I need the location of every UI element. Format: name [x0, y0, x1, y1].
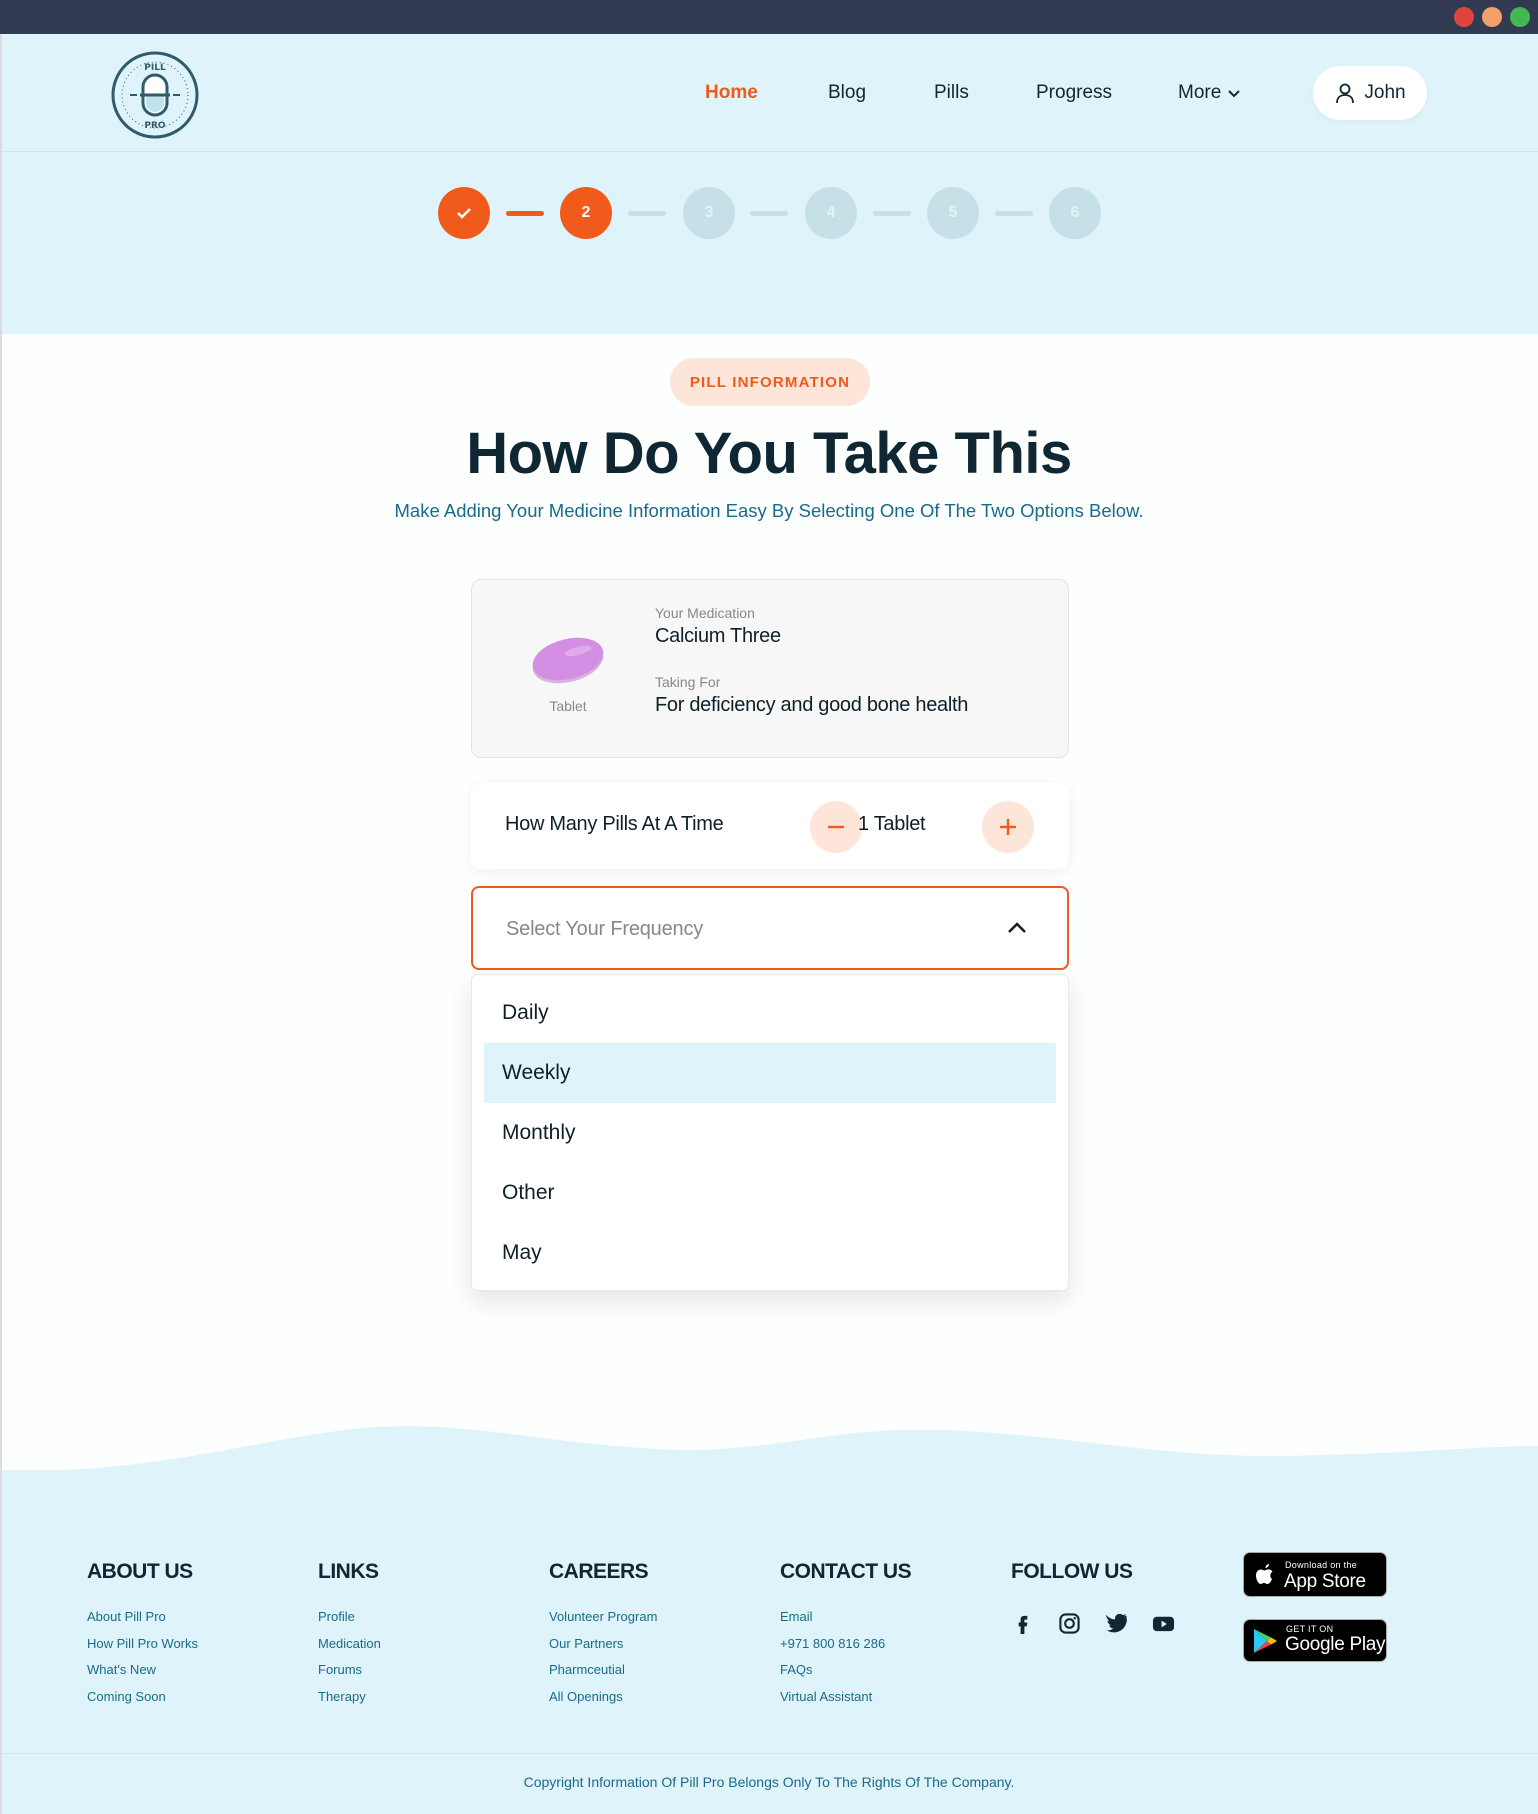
footer-col-careers: CAREERS Volunteer Program Our Partners P… [549, 1560, 657, 1710]
footer-link[interactable]: Email [780, 1604, 911, 1631]
footer-col-contact: CONTACT US Email +971 800 816 286 FAQs V… [780, 1560, 912, 1711]
footer-link[interactable]: Coming Soon [87, 1684, 198, 1711]
youtube-icon[interactable] [1152, 1612, 1175, 1635]
taking-for-label: Taking For [655, 674, 721, 690]
footer-link[interactable]: Our Partners [549, 1631, 657, 1658]
nav-more-label: More [1178, 82, 1222, 103]
footer-col-about: ABOUT US About Pill Pro How Pill Pro Wor… [87, 1560, 198, 1710]
footer-heading: FOLLOW US [1011, 1560, 1133, 1583]
footer-link[interactable]: Pharmceutial [549, 1657, 657, 1684]
medication-name-label: Your Medication [655, 605, 755, 621]
google-play-icon [1254, 1629, 1277, 1653]
window-titlebar [0, 0, 1538, 34]
google-play-big-text: Google Play [1285, 1634, 1386, 1655]
nav-progress[interactable]: Progress [1036, 78, 1112, 108]
nav-blog[interactable]: Blog [828, 78, 866, 108]
main-nav: Home Blog Pills Progress More [0, 78, 1538, 108]
quantity-stepper: How Many Pills At A Time 1 Tablet [471, 783, 1069, 869]
section-badge: PILL INFORMATION [670, 358, 870, 406]
progress-stepper: 2 3 4 5 6 [0, 187, 1538, 239]
user-icon [1336, 83, 1355, 104]
footer-link[interactable]: What's New [87, 1657, 198, 1684]
maximize-window-dot[interactable] [1510, 7, 1530, 27]
google-play-small-text: GET IT ON [1286, 1624, 1334, 1634]
page-subtitle: Make Adding Your Medicine Information Ea… [394, 500, 1144, 521]
nav-home[interactable]: Home [705, 78, 758, 108]
checkmark-icon [457, 208, 471, 219]
plus-icon [1000, 819, 1016, 835]
tablet-image [532, 637, 604, 684]
medication-form: Tablet [549, 698, 587, 714]
svg-text:PRO: PRO [144, 121, 166, 131]
decrease-quantity-button[interactable] [810, 801, 862, 853]
footer-wave [2, 1426, 1538, 1478]
nav-more[interactable]: More [1178, 78, 1241, 108]
footer-col-links: LINKS Profile Medication Forums Therapy [318, 1560, 381, 1710]
step-6[interactable]: 6 [1049, 187, 1101, 239]
footer-heading: CONTACT US [780, 1560, 912, 1583]
step-4[interactable]: 4 [805, 187, 857, 239]
user-name: John [1364, 82, 1406, 103]
frequency-option-other[interactable]: Other [484, 1163, 1056, 1223]
nav-pills[interactable]: Pills [934, 78, 969, 108]
taking-for-value: For deficiency and good bone health [655, 694, 969, 716]
quantity-value: 1 Tablet [858, 813, 926, 835]
footer-link[interactable]: Profile [318, 1604, 381, 1631]
twitter-icon[interactable] [1105, 1612, 1128, 1635]
footer-link[interactable]: FAQs [780, 1657, 911, 1684]
facebook-icon[interactable] [1011, 1612, 1034, 1635]
step-3[interactable]: 3 [683, 187, 735, 239]
step-2[interactable]: 2 [560, 187, 612, 239]
frequency-select[interactable]: Select Your Frequency [471, 886, 1069, 970]
header-wave [2, 260, 1538, 322]
svg-text:PILL: PILL [144, 63, 166, 73]
close-window-dot[interactable] [1454, 7, 1474, 27]
medication-card: Tablet Your Medication Calcium Three Tak… [471, 579, 1069, 758]
social-links [1011, 1612, 1175, 1635]
app-store-small-text: Download on the [1285, 1560, 1358, 1570]
footer-col-follow: FOLLOW US [1011, 1560, 1175, 1635]
frequency-option-weekly[interactable]: Weekly [484, 1043, 1056, 1103]
medication-name: Calcium Three [655, 625, 781, 647]
footer-link[interactable]: About Pill Pro [87, 1604, 198, 1631]
footer-link[interactable]: Therapy [318, 1684, 381, 1711]
frequency-option-monthly[interactable]: Monthly [484, 1103, 1056, 1163]
minus-icon [828, 825, 844, 829]
step-5[interactable]: 5 [927, 187, 979, 239]
frequency-option-daily[interactable]: Daily [484, 983, 1056, 1043]
apple-icon [1256, 1564, 1273, 1584]
footer-link[interactable]: Medication [318, 1631, 381, 1658]
page-title: How Do You Take This [466, 421, 1072, 486]
copyright-text: Copyright Information Of Pill Pro Belong… [523, 1774, 1015, 1790]
footer-heading: CAREERS [549, 1560, 649, 1583]
frequency-dropdown: Daily Weekly Monthly Other May [471, 974, 1069, 1291]
minimize-window-dot[interactable] [1482, 7, 1502, 27]
google-play-button[interactable]: GET IT ON Google Play [1243, 1619, 1387, 1662]
app-store-button[interactable]: Download on the App Store [1243, 1552, 1387, 1597]
footer-link[interactable]: All Openings [549, 1684, 657, 1711]
chevron-down-icon [1228, 90, 1241, 98]
footer-link[interactable]: Virtual Assistant [780, 1684, 911, 1711]
increase-quantity-button[interactable] [982, 801, 1034, 853]
footer-link[interactable]: +971 800 816 286 [780, 1631, 911, 1658]
footer-heading: LINKS [318, 1560, 379, 1583]
frequency-option-may[interactable]: May [484, 1223, 1056, 1283]
footer-heading: ABOUT US [87, 1560, 193, 1583]
quantity-label: How Many Pills At A Time [505, 813, 724, 835]
frequency-placeholder: Select Your Frequency [506, 918, 704, 940]
chevron-up-icon [1008, 922, 1026, 933]
app-store-big-text: App Store [1284, 1571, 1366, 1592]
footer-link[interactable]: Forums [318, 1657, 381, 1684]
footer-link[interactable]: How Pill Pro Works [87, 1631, 198, 1658]
footer-link[interactable]: Volunteer Program [549, 1604, 657, 1631]
user-profile-button[interactable]: John [1313, 66, 1427, 120]
instagram-icon[interactable] [1058, 1612, 1081, 1635]
step-1-complete[interactable] [438, 187, 490, 239]
